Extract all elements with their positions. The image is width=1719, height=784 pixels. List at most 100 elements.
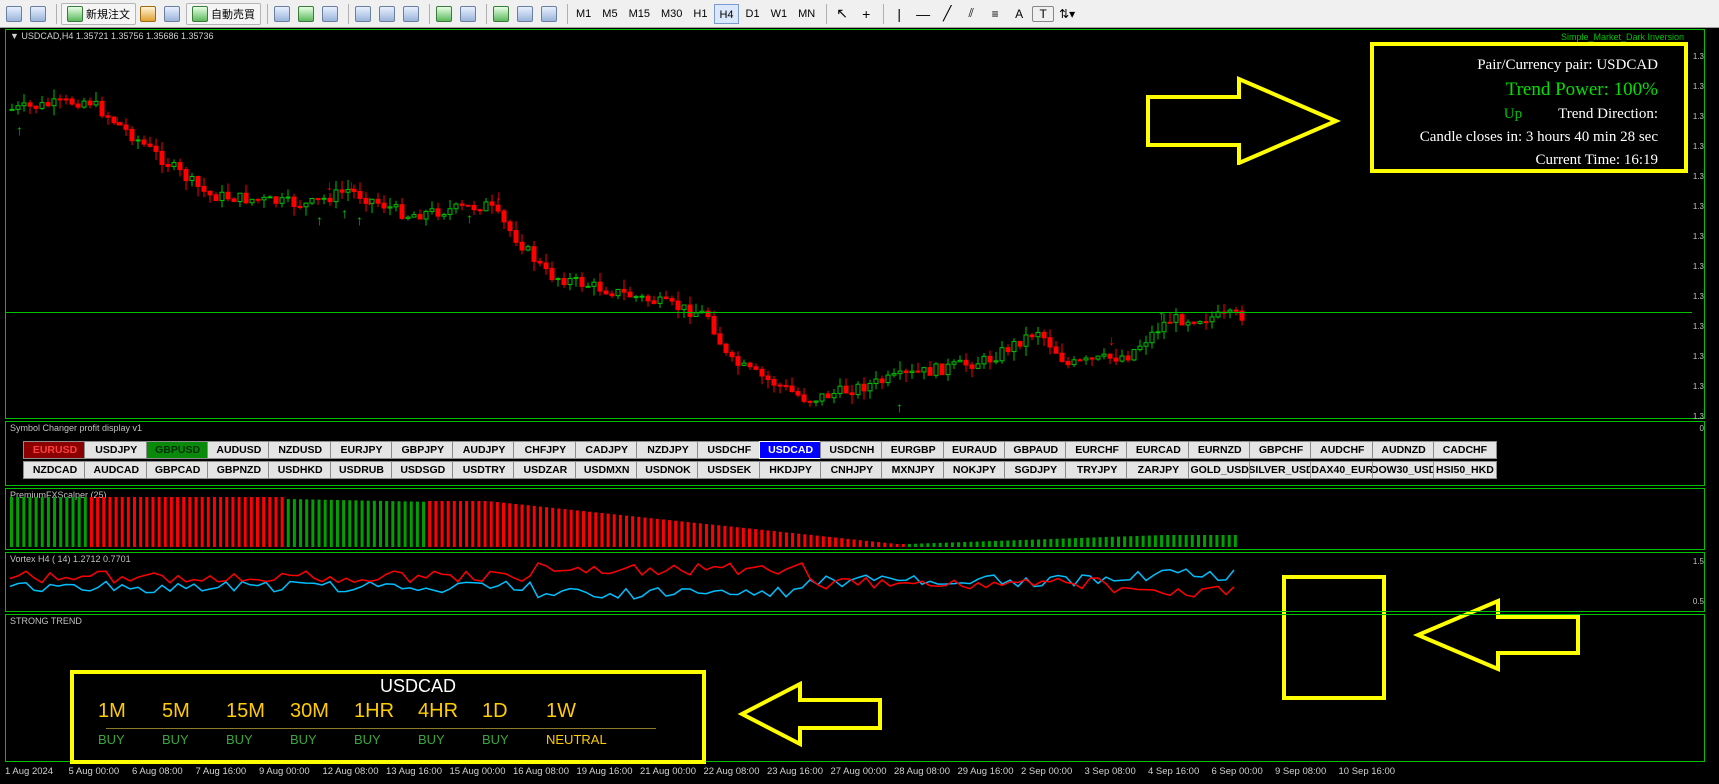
crosshair-tool[interactable]: + — [855, 3, 877, 25]
symbol-button-usdcad[interactable]: USDCAD — [758, 441, 823, 459]
periods-button[interactable] — [515, 3, 537, 25]
symbol-button-eurcad[interactable]: EURCAD — [1126, 441, 1191, 459]
text-label-tool[interactable]: T — [1032, 5, 1055, 22]
tile-windows-button[interactable] — [401, 3, 423, 25]
auto-scroll-button[interactable] — [434, 3, 456, 25]
symbol-button-hsi50_hkd[interactable]: HSI50_HKD — [1432, 461, 1497, 479]
symbol-button-nzdcad[interactable]: NZDCAD — [23, 461, 87, 479]
symbol-button-usdsgd[interactable]: USDSGD — [390, 461, 455, 479]
symbol-button-silver_usd[interactable]: SILVER_USD — [1249, 461, 1313, 479]
trendline-tool[interactable]: ╱ — [936, 3, 958, 25]
timeframe-m1[interactable]: M1 — [572, 4, 595, 24]
symbol-button-usdzar[interactable]: USDZAR — [513, 461, 578, 479]
symbol-button-nzdusd[interactable]: NZDUSD — [268, 441, 333, 459]
line-chart-button[interactable] — [320, 3, 342, 25]
symbol-button-chfjpy[interactable]: CHFJPY — [513, 441, 578, 459]
candle-body — [15, 105, 21, 110]
toolbar-separator — [883, 3, 885, 24]
symbol-button-eurchf[interactable]: EURCHF — [1065, 441, 1130, 459]
symbol-button-tryjpy[interactable]: TRYJPY — [1065, 461, 1130, 479]
metaeditor-button[interactable] — [138, 3, 160, 25]
histogram-bar — [502, 502, 505, 547]
templates-button[interactable] — [539, 3, 561, 25]
symbol-button-eurgbp[interactable]: EURGBP — [881, 441, 946, 459]
symbol-button-hkdjpy[interactable]: HKDJPY — [758, 461, 823, 479]
arrows-tool[interactable]: ⇅▾ — [1056, 3, 1078, 25]
timeframe-m5[interactable]: M5 — [598, 4, 621, 24]
symbol-button-usdtry[interactable]: USDTRY — [452, 461, 517, 479]
candle-body — [801, 394, 807, 402]
new-order-button[interactable]: 新規注文 — [61, 2, 136, 25]
timeframe-d1[interactable]: D1 — [742, 4, 764, 24]
symbol-button-gbpusd[interactable]: GBPUSD — [145, 441, 210, 459]
market-button[interactable] — [162, 3, 184, 25]
profiles-button[interactable] — [28, 3, 50, 25]
time-label: 22 Aug 08:00 — [703, 766, 760, 777]
candle-body — [207, 190, 213, 196]
chart-shift-button[interactable] — [458, 3, 480, 25]
symbol-button-usdmxn[interactable]: USDMXN — [574, 461, 639, 479]
timeframe-mn[interactable]: MN — [794, 4, 819, 24]
trend-signal: BUY — [162, 732, 189, 747]
candle-chart-button[interactable] — [296, 3, 318, 25]
symbol-button-audusd[interactable]: AUDUSD — [206, 441, 271, 459]
symbol-button-cadjpy[interactable]: CADJPY — [574, 441, 639, 459]
timeframe-h1[interactable]: H1 — [689, 4, 711, 24]
timeframe-w1[interactable]: W1 — [767, 4, 792, 24]
symbol-button-usdsek[interactable]: USDSEK — [697, 461, 762, 479]
symbol-button-gold_usd[interactable]: GOLD_USD — [1187, 461, 1252, 479]
symbol-button-usdcnh[interactable]: USDCNH — [819, 441, 884, 459]
bar-chart-button[interactable] — [272, 3, 294, 25]
cursor-tool[interactable]: ↖ — [831, 3, 853, 25]
symbol-button-eurnzd[interactable]: EURNZD — [1187, 441, 1252, 459]
symbol-button-usdhkd[interactable]: USDHKD — [268, 461, 333, 479]
symbol-button-cadchf[interactable]: CADCHF — [1432, 441, 1497, 459]
symbol-button-gbpcad[interactable]: GBPCAD — [145, 461, 210, 479]
symbol-button-dax40_eur[interactable]: DAX40_EUR — [1310, 461, 1375, 479]
symbol-button-sgdjpy[interactable]: SGDJPY — [1003, 461, 1068, 479]
symbol-button-audcad[interactable]: AUDCAD — [84, 461, 149, 479]
symbol-button-cnhjpy[interactable]: CNHJPY — [819, 461, 884, 479]
timeframe-h4[interactable]: H4 — [714, 3, 739, 24]
auto-trade-button[interactable]: 自動売買 — [186, 2, 261, 25]
zoom-out-button[interactable] — [377, 3, 399, 25]
histogram-bar — [465, 501, 469, 547]
symbol-button-nokjpy[interactable]: NOKJPY — [942, 461, 1007, 479]
trend-signal: NEUTRAL — [546, 732, 607, 747]
fibonacci-tool[interactable]: ≡ — [984, 3, 1006, 25]
symbol-button-gbpnzd[interactable]: GBPNZD — [206, 461, 271, 479]
symbol-button-zarjpy[interactable]: ZARJPY — [1126, 461, 1191, 479]
symbol-button-audchf[interactable]: AUDCHF — [1310, 441, 1375, 459]
symbol-button-mxnjpy[interactable]: MXNJPY — [881, 461, 946, 479]
symbol-button-usdjpy[interactable]: USDJPY — [84, 441, 149, 459]
symbol-button-euraud[interactable]: EURAUD — [942, 441, 1007, 459]
candle-body — [519, 241, 525, 251]
timeframe-m30[interactable]: M30 — [657, 4, 686, 24]
symbol-button-usdnok[interactable]: USDNOK — [636, 461, 700, 479]
horizontal-line-tool[interactable]: — — [912, 3, 934, 25]
channel-tool[interactable]: ⫽ — [960, 3, 982, 25]
symbol-button-nzdjpy[interactable]: NZDJPY — [636, 441, 700, 459]
timeframe-m15[interactable]: M15 — [625, 4, 654, 24]
vertical-line-tool[interactable]: | — [888, 3, 910, 25]
symbol-button-eurusd[interactable]: EURUSD — [23, 441, 87, 459]
indicators-button[interactable] — [491, 3, 513, 25]
symbol-button-eurjpy[interactable]: EURJPY — [329, 441, 394, 459]
symbol-button-audjpy[interactable]: AUDJPY — [452, 441, 517, 459]
histogram-bar — [317, 499, 321, 547]
symbol-button-dow30_usd[interactable]: DOW30_USD — [1371, 461, 1436, 479]
symbol-button-usdrub[interactable]: USDRUB — [329, 461, 394, 479]
symbol-button-usdchf[interactable]: USDCHF — [697, 441, 762, 459]
symbol-button-gbpchf[interactable]: GBPCHF — [1249, 441, 1313, 459]
symbol-button-gbpaud[interactable]: GBPAUD — [1003, 441, 1068, 459]
new-chart-button[interactable] — [4, 3, 26, 25]
candle-countdown: Candle closes in: 3 hours 40 min 28 sec — [1419, 129, 1658, 145]
histogram-bar — [588, 511, 592, 547]
text-tool[interactable]: A — [1008, 3, 1030, 25]
time-label: 13 Aug 16:00 — [386, 766, 442, 777]
candle-body — [855, 383, 861, 396]
zoom-in-button[interactable] — [353, 3, 375, 25]
symbol-button-audnzd[interactable]: AUDNZD — [1371, 441, 1436, 459]
symbol-button-gbpjpy[interactable]: GBPJPY — [390, 441, 455, 459]
histogram-bar — [704, 523, 708, 547]
